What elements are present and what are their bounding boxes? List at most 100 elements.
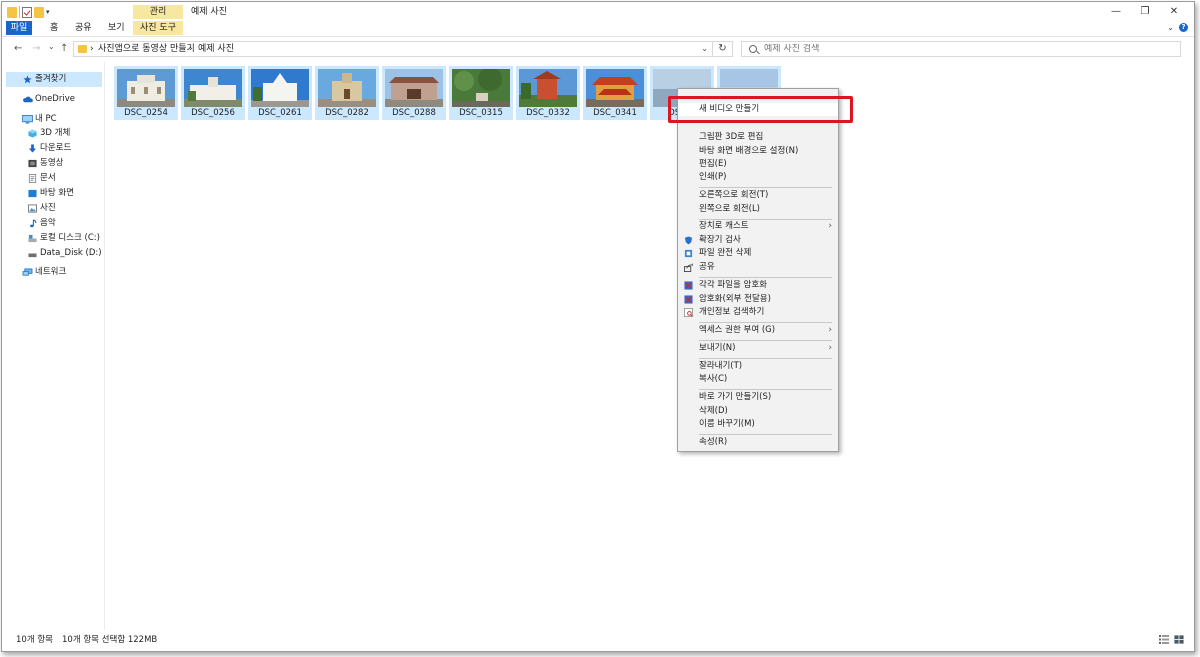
menu-divider xyxy=(699,322,832,323)
up-button[interactable]: ↑ xyxy=(60,43,68,55)
menu-item-rotate-right[interactable]: 오른쪽으로 회전(T) xyxy=(678,189,838,202)
tab-view[interactable]: 보기 xyxy=(102,21,131,35)
sidebar-item-onedrive[interactable]: OneDrive xyxy=(2,92,103,107)
recent-locations-button[interactable]: ⌄ xyxy=(48,41,55,53)
menu-item-delete[interactable]: 삭제(D) xyxy=(678,405,838,418)
sidebar-item-label: 음악 xyxy=(40,218,56,228)
address-dropdown-icon[interactable]: ⌄ xyxy=(701,44,708,53)
maximize-button[interactable]: ❐ xyxy=(1138,6,1152,18)
tab-file[interactable]: 파일 xyxy=(6,21,32,35)
menu-item-send-to[interactable]: 보내기(N) › xyxy=(678,342,838,355)
menu-item-copy[interactable]: 복사(C) xyxy=(678,373,838,386)
privacy-search-icon xyxy=(684,308,693,317)
file-item[interactable]: DSC_0332 xyxy=(516,66,580,120)
menu-item-scan[interactable]: 확장기 검사 xyxy=(678,234,838,247)
sidebar-item-videos[interactable]: 동영상 xyxy=(2,156,103,171)
menu-item-set-desktop-background[interactable]: 바탕 화면 배경으로 설정(N) xyxy=(678,145,838,158)
menu-item-shred-file[interactable]: 파일 완전 삭제 xyxy=(678,247,838,260)
menu-divider xyxy=(699,340,832,341)
help-icon[interactable]: ? xyxy=(1179,23,1188,32)
file-item[interactable]: DSC_0282 xyxy=(315,66,379,120)
title-bar: ▾ 관리 예제 사진 — ❐ ✕ xyxy=(2,2,1194,22)
sidebar-item-local-disk-c[interactable]: 로컬 디스크 (C:) xyxy=(2,231,103,246)
tab-home[interactable]: 홈 xyxy=(44,21,64,35)
file-item[interactable]: DSC_0254 xyxy=(114,66,178,120)
menu-divider xyxy=(699,277,832,278)
menu-item-encrypt-external[interactable]: 암호화(외부 전달용) xyxy=(678,293,838,306)
ribbon-tabs: 파일 홈 공유 보기 사진 도구 ⌄ ? xyxy=(2,20,1194,37)
menu-item-edit[interactable]: 편집(E) xyxy=(678,158,838,171)
sidebar-item-downloads[interactable]: 다운로드 xyxy=(2,141,103,156)
item-count: 10개 항목 xyxy=(16,635,53,645)
sidebar-item-music[interactable]: 음악 xyxy=(2,216,103,231)
collapse-ribbon-chevron-icon[interactable]: ⌄ xyxy=(1167,23,1174,32)
breadcrumb-separator[interactable]: › xyxy=(90,44,94,55)
menu-item-give-access[interactable]: 엑세스 권한 부여 (G) › xyxy=(678,324,838,337)
file-name: DSC_0261 xyxy=(258,108,302,118)
search-box[interactable] xyxy=(741,41,1181,57)
menu-item-print[interactable]: 인쇄(P) xyxy=(678,171,838,184)
sidebar-item-3d-objects[interactable]: 3D 개체 xyxy=(2,126,103,141)
status-bar: 10개 항목 10개 항목 선택함 122MB xyxy=(2,629,1194,651)
menu-item-rotate-left[interactable]: 왼쪽으로 회전(L) xyxy=(678,203,838,216)
menu-item-cut[interactable]: 잘라내기(T) xyxy=(678,360,838,373)
disk-icon xyxy=(28,253,37,258)
close-button[interactable]: ✕ xyxy=(1167,6,1181,18)
sidebar-item-documents[interactable]: 문서 xyxy=(2,171,103,186)
photo-thumbnail xyxy=(184,69,242,107)
quick-access-toolbar: ▾ xyxy=(7,6,54,18)
minimize-button[interactable]: — xyxy=(1109,6,1123,18)
menu-item-privacy-search[interactable]: 개인정보 검색하기 xyxy=(678,306,838,319)
sidebar-item-label: 내 PC xyxy=(35,114,57,124)
sidebar-item-data-disk-d[interactable]: Data_Disk (D:) xyxy=(2,246,103,261)
forward-button[interactable]: → xyxy=(32,43,40,55)
file-item[interactable]: DSC_0261 xyxy=(248,66,312,120)
menu-item-encrypt-each[interactable]: 각각 파일을 암호화 xyxy=(678,279,838,292)
desktop-icon xyxy=(28,189,37,198)
back-button[interactable]: ← xyxy=(14,43,22,55)
photo-thumbnail xyxy=(251,69,309,107)
menu-item-share[interactable]: 공유 xyxy=(678,261,838,274)
details-view-icon[interactable] xyxy=(1159,635,1169,644)
encrypt-icon xyxy=(684,295,693,304)
cloud-icon xyxy=(23,96,33,103)
breadcrumb-current[interactable]: 예제 사진 xyxy=(198,44,234,55)
menu-item-cast-to-device[interactable]: 장치로 캐스트 › xyxy=(678,220,838,233)
customize-toolbar-chevron-icon[interactable]: ▾ xyxy=(46,8,54,16)
tab-share[interactable]: 공유 xyxy=(69,21,98,35)
properties-icon[interactable] xyxy=(22,6,32,18)
menu-divider xyxy=(699,358,832,359)
sidebar-item-label: 사진 xyxy=(40,203,56,213)
sidebar-item-quick-access[interactable]: 즐겨찾기 xyxy=(6,72,102,87)
breadcrumb-parent[interactable]: 사진앱으로 동영상 만들기 xyxy=(98,44,195,55)
address-bar[interactable]: › 사진앱으로 동영상 만들기 › 예제 사진 ⌄ xyxy=(73,41,713,57)
tab-picture-tools[interactable]: 사진 도구 xyxy=(133,21,183,35)
menu-item-create-shortcut[interactable]: 바로 가기 만들기(S) xyxy=(678,391,838,404)
sidebar-item-network[interactable]: 네트워크 xyxy=(2,265,103,280)
highlight-annotation xyxy=(668,96,853,123)
file-item[interactable]: DSC_0341 xyxy=(583,66,647,120)
star-icon xyxy=(23,75,32,84)
menu-item-properties[interactable]: 속성(R) xyxy=(678,436,838,449)
cube-icon xyxy=(28,129,37,138)
large-icons-view-icon[interactable] xyxy=(1174,635,1184,644)
sidebar-item-label: 로컬 디스크 (C:) xyxy=(40,233,100,243)
sidebar-item-this-pc[interactable]: 내 PC xyxy=(2,112,103,127)
folder-icon xyxy=(78,45,87,53)
refresh-button[interactable]: ↻ xyxy=(713,41,733,57)
file-item[interactable]: DSC_0256 xyxy=(181,66,245,120)
submenu-arrow-icon: › xyxy=(828,325,832,335)
photo-thumbnail xyxy=(318,69,376,107)
menu-item-edit-paint3d[interactable]: 그림판 3D로 편집 xyxy=(678,131,838,144)
search-input[interactable] xyxy=(764,44,1164,55)
file-item[interactable]: DSC_0288 xyxy=(382,66,446,120)
breadcrumb-separator[interactable]: › xyxy=(189,44,193,55)
photo-thumbnail xyxy=(586,69,644,107)
sidebar-item-desktop[interactable]: 바탕 화면 xyxy=(2,186,103,201)
new-folder-icon[interactable] xyxy=(34,6,44,18)
file-item[interactable]: DSC_0315 xyxy=(449,66,513,120)
selection-info: 10개 항목 선택함 122MB xyxy=(62,635,158,645)
menu-item-rename[interactable]: 이름 바꾸기(M) xyxy=(678,418,838,431)
sidebar-item-pictures[interactable]: 사진 xyxy=(2,201,103,216)
manage-context-tab: 관리 xyxy=(133,5,183,19)
